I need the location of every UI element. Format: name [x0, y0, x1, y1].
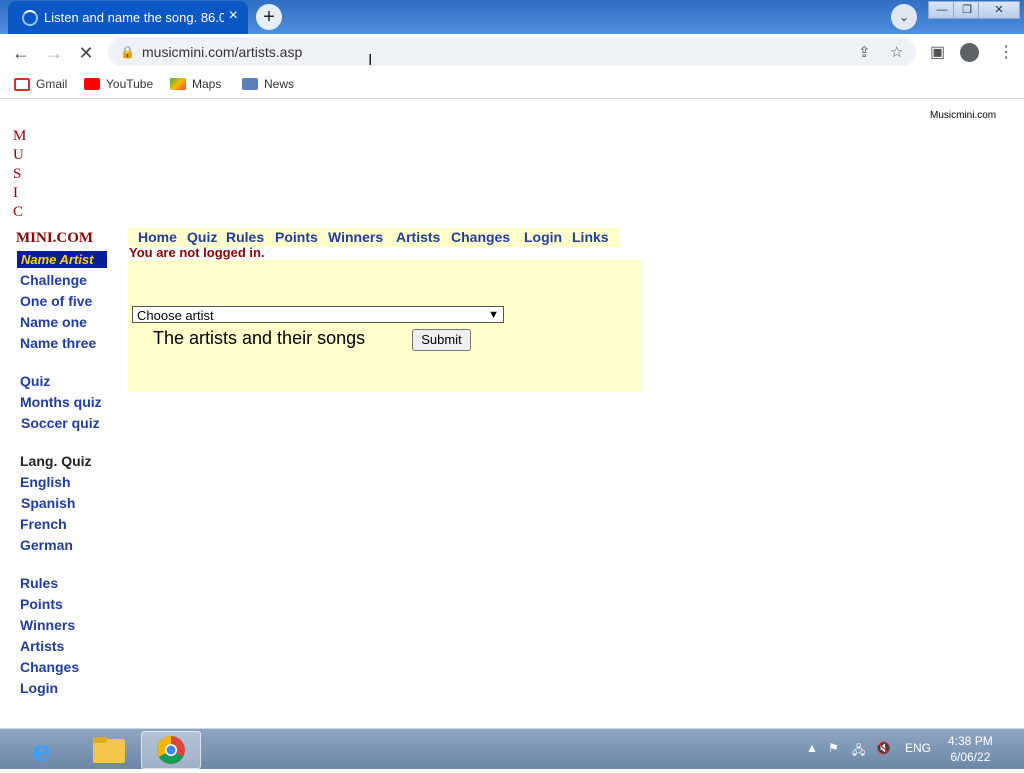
- volume-muted-icon[interactable]: 🔇: [876, 741, 891, 755]
- sidebar-link-spanish[interactable]: Spanish: [21, 495, 75, 511]
- submit-button[interactable]: Submit: [412, 329, 471, 351]
- menu-icon[interactable]: ⋮: [998, 42, 1014, 62]
- share-icon[interactable]: ⇪: [858, 43, 871, 61]
- nav-points[interactable]: Points: [275, 229, 318, 245]
- nav-login[interactable]: Login: [524, 229, 562, 245]
- nav-quiz[interactable]: Quiz: [187, 229, 217, 245]
- sidebar-link-name-three[interactable]: Name three: [20, 335, 96, 351]
- stop-loading-button[interactable]: ✕: [75, 42, 97, 64]
- loading-icon: [22, 10, 38, 26]
- web-page: Musicmini.com M U S I C MINI.COM Name Ar…: [0, 99, 1024, 728]
- file-explorer-icon[interactable]: [80, 731, 138, 767]
- forward-button[interactable]: →: [43, 42, 65, 64]
- sidebar-link-challenge[interactable]: Challenge: [20, 272, 87, 288]
- sidebar-link-english[interactable]: English: [20, 474, 71, 490]
- window-close-button[interactable]: ✕: [978, 1, 1020, 19]
- sidebar-link-french[interactable]: French: [20, 516, 67, 532]
- nav-winners[interactable]: Winners: [328, 229, 383, 245]
- close-icon[interactable]: ×: [229, 7, 238, 25]
- artist-select[interactable]: Choose artist ▼: [132, 306, 504, 323]
- chevron-down-icon: ▼: [488, 309, 499, 321]
- show-hidden-icons-icon[interactable]: ▲: [806, 741, 818, 755]
- svg-text:e: e: [32, 734, 51, 767]
- sidebar-link-artists[interactable]: Artists: [20, 638, 64, 654]
- address-bar[interactable]: 🔒 musicmini.com/artists.asp ⇪ ☆: [108, 38, 916, 66]
- browser-tab[interactable]: Listen and name the song. 86.000 ×: [8, 1, 248, 34]
- bookmark-youtube[interactable]: YouTube: [84, 77, 153, 91]
- clock-time: 4:38 PM: [948, 734, 993, 748]
- sidebar-link-quiz[interactable]: Quiz: [20, 373, 50, 389]
- maps-icon: [170, 78, 186, 90]
- bookmarks-bar: Gmail YouTube Maps News: [0, 70, 1024, 99]
- restore-button[interactable]: ❐: [953, 1, 981, 19]
- artists-songs-label: The artists and their songs: [153, 328, 366, 348]
- chrome-icon[interactable]: [141, 731, 201, 769]
- bookmark-news[interactable]: News: [242, 77, 294, 91]
- sidebar-link-rules[interactable]: Rules: [20, 575, 58, 591]
- sidebar-link-soccer-quiz[interactable]: Soccer quiz: [21, 415, 100, 431]
- sidebar-link-name-one[interactable]: Name one: [20, 314, 87, 330]
- internet-explorer-icon[interactable]: e: [16, 731, 74, 769]
- taskbar: e ▲ ⚑ 🖧 🔇 ENG 4:38 PM 6/06/22: [0, 728, 1024, 769]
- sidebar-link-months-quiz[interactable]: Months quiz: [20, 394, 102, 410]
- sidebar-link-winners[interactable]: Winners: [20, 617, 75, 633]
- sidebar-link-login[interactable]: Login: [20, 680, 58, 696]
- bookmark-maps[interactable]: Maps: [170, 77, 221, 91]
- nav-links[interactable]: Links: [572, 229, 609, 245]
- sidebar-heading-lang-quiz: Lang. Quiz: [20, 453, 92, 469]
- sidebar-link-one-of-five[interactable]: One of five: [20, 293, 92, 309]
- youtube-icon: [84, 78, 100, 90]
- language-indicator[interactable]: ENG: [905, 741, 931, 755]
- tab-search-icon[interactable]: ⌄: [891, 4, 917, 30]
- side-panel-icon[interactable]: ▣: [930, 42, 945, 62]
- gmail-icon: [14, 77, 30, 91]
- login-status: You are not logged in.: [129, 245, 265, 260]
- clock-date: 6/06/22: [950, 750, 991, 764]
- bookmark-star-icon[interactable]: ☆: [890, 43, 903, 61]
- sidebar-link-points[interactable]: Points: [20, 596, 63, 612]
- nav-rules[interactable]: Rules: [226, 229, 264, 245]
- minimize-button[interactable]: —: [928, 1, 956, 19]
- action-center-icon[interactable]: ⚑: [828, 741, 839, 755]
- nav-home[interactable]: Home: [138, 229, 177, 245]
- bookmark-gmail[interactable]: Gmail: [14, 77, 67, 91]
- clock[interactable]: 4:38 PM 6/06/22: [948, 733, 993, 765]
- network-icon[interactable]: 🖧: [852, 741, 865, 762]
- logo-mini: MINI.COM: [16, 230, 94, 246]
- profile-icon[interactable]: [960, 43, 979, 62]
- tab-strip: Listen and name the song. 86.000 × + ⌄ —…: [0, 0, 1024, 34]
- nav-changes[interactable]: Changes: [451, 229, 510, 245]
- tab-title: Listen and name the song. 86.000: [44, 10, 224, 25]
- name-artist-badge[interactable]: Name Artist: [17, 251, 107, 268]
- url-text: musicmini.com/artists.asp: [142, 44, 303, 60]
- back-button[interactable]: ←: [10, 42, 32, 64]
- news-icon: [242, 78, 258, 90]
- artist-select-value: Choose artist: [137, 308, 214, 323]
- site-link[interactable]: Musicmini.com: [930, 110, 996, 121]
- lock-icon: 🔒: [120, 45, 135, 59]
- text-cursor-icon: I: [368, 52, 373, 69]
- vertical-logo: M U S I C: [13, 128, 27, 220]
- sidebar-link-german[interactable]: German: [20, 537, 73, 553]
- new-tab-button[interactable]: +: [256, 4, 282, 30]
- browser-toolbar: ← → ✕ 🔒 musicmini.com/artists.asp ⇪ ☆: [0, 34, 1024, 70]
- nav-artists[interactable]: Artists: [396, 229, 440, 245]
- sidebar-link-changes[interactable]: Changes: [20, 659, 79, 675]
- artist-form-panel: [128, 260, 641, 392]
